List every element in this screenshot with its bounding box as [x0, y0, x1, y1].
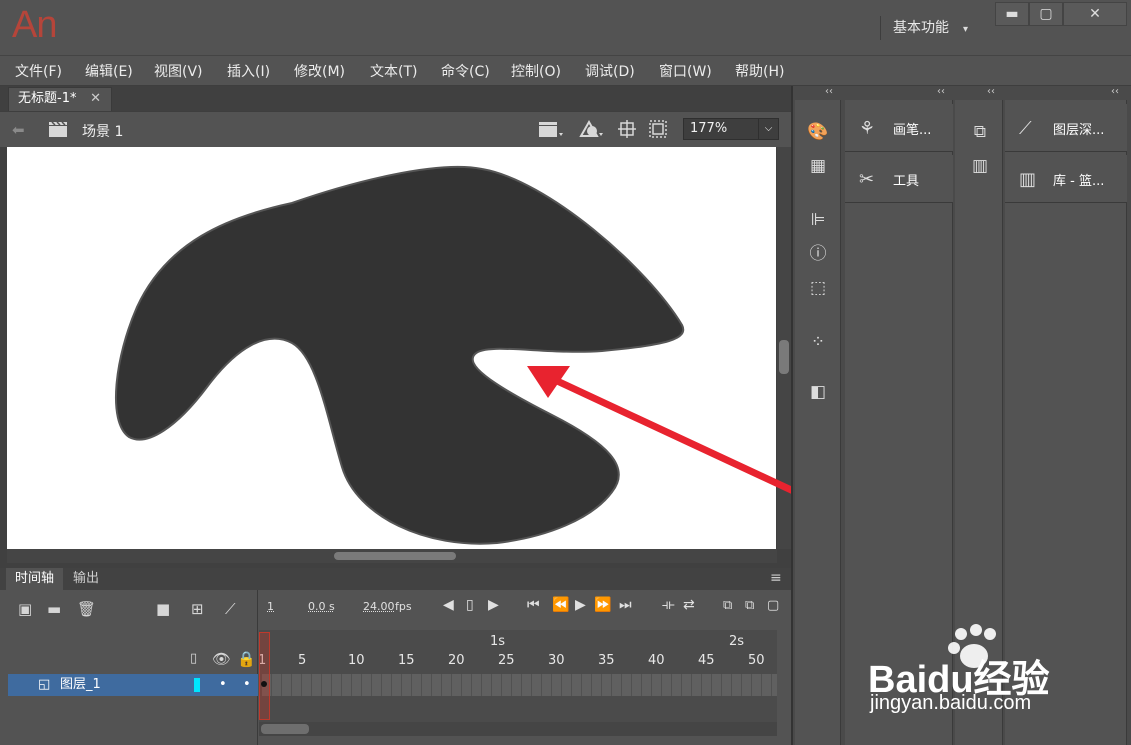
layer-depth-icon[interactable]: ⧉ [963, 118, 997, 146]
timeline-scroll-thumb[interactable] [261, 724, 309, 734]
frame-number: 10 [348, 653, 365, 668]
frame-ruler[interactable]: 1 5 10 15 20 25 30 35 40 45 50 [258, 653, 778, 669]
playhead[interactable] [259, 632, 270, 720]
frame-number: 20 [448, 653, 465, 668]
new-folder-icon[interactable]: ▬ [47, 600, 61, 618]
layer-parenting-icon[interactable]: ⊞ [191, 600, 204, 618]
onion-outline-icon[interactable]: ⧉ [745, 598, 754, 613]
timeline-tabs: 时间轴 输出 ≡ [0, 568, 791, 590]
panel-menu-icon[interactable]: ≡ [770, 570, 782, 586]
layer-frames-row[interactable] [262, 674, 777, 696]
collapse-icon[interactable]: ‹‹ [825, 86, 833, 97]
motion-presets-icon[interactable]: ⁘ [801, 328, 835, 356]
layer-color-swatch[interactable] [194, 678, 200, 692]
brush-panel-label: 画笔... [893, 123, 932, 138]
outline-toggle-icon[interactable]: ▯ [190, 650, 197, 668]
palette-icon[interactable]: 🎨 [801, 118, 835, 146]
layer-panel: ▣ ▬ 🗑 ■ ⊞ ⟋ ▯ 👁 🔒 [0, 590, 258, 745]
layer-depth-icon[interactable]: ⟋ [225, 600, 236, 618]
brush-panel-button[interactable]: ⚘ 画笔... [845, 104, 953, 152]
library-icon[interactable]: ▥ [963, 152, 997, 180]
camera-icon[interactable]: ■ [156, 600, 170, 618]
layer-name[interactable]: 图层_1 [60, 674, 101, 696]
layer-depth-panel-label: 图层深... [1053, 123, 1105, 138]
icon-column: 🎨 ▦ ⊫ ⓘ ⬚ ⁘ ◧ [795, 100, 841, 745]
align-icon[interactable]: ⊫ [801, 206, 835, 234]
next-frame-icon[interactable]: ⏩ [594, 597, 611, 613]
elapsed-time[interactable]: 0.0 s [308, 600, 335, 613]
collapse-icon[interactable]: ‹‹ [937, 86, 945, 97]
visibility-dot[interactable]: • [219, 674, 227, 696]
timeline-horizontal-scrollbar[interactable] [259, 722, 777, 736]
transform-icon[interactable]: ⬚ [801, 274, 835, 302]
step-forward-icon[interactable]: ▶ [488, 597, 499, 613]
first-frame-icon[interactable]: ⏮ [527, 597, 540, 613]
last-frame-icon[interactable]: ⏭ [619, 597, 632, 613]
info-icon[interactable]: ⓘ [801, 240, 835, 268]
layer-row[interactable]: ◱ 图层_1 • • [8, 674, 258, 696]
tab-timeline[interactable]: 时间轴 [6, 568, 64, 590]
eye-icon[interactable]: 👁 [212, 650, 231, 668]
tools-panel-label: 工具 [893, 174, 920, 189]
frame-number: 15 [398, 653, 415, 668]
tools-icon: ✂ [859, 169, 875, 190]
components-icon[interactable]: ◧ [801, 378, 835, 406]
new-layer-icon[interactable]: ▣ [18, 600, 32, 618]
fps-value[interactable]: 24.00 [363, 600, 395, 613]
center-frame-icon[interactable]: ⇄ [683, 597, 695, 613]
frame-number: 30 [548, 653, 565, 668]
layer-type-icon: ◱ [38, 677, 51, 692]
delete-icon[interactable]: 🗑 [77, 600, 96, 618]
insert-keyframe-icon[interactable]: ▯ [466, 597, 474, 613]
frame-number: 40 [648, 653, 665, 668]
frame-number: 5 [298, 653, 307, 668]
brush-icon: ⚘ [859, 118, 876, 139]
library-panel-label: 库 - 篮... [1053, 174, 1105, 189]
loop-icon[interactable]: ⟛ [662, 597, 675, 613]
swatches-icon[interactable]: ▦ [801, 152, 835, 180]
lock-dot[interactable]: • [243, 674, 251, 696]
library-panel-button[interactable]: ▥ 库 - 篮... [1005, 155, 1127, 203]
watermark-url: jingyan.baidu.com [870, 692, 1032, 714]
baidu-watermark: Baidu经验 [866, 620, 1126, 740]
frame-number: 50 [748, 653, 765, 668]
play-icon[interactable]: ▶ [575, 597, 586, 613]
lock-icon[interactable]: 🔒 [237, 650, 256, 668]
onion-skin-icon[interactable]: ⧉ [723, 598, 732, 613]
frame-number: 35 [598, 653, 615, 668]
layer-depth-panel-button[interactable]: ⟋ 图层深... [1005, 104, 1127, 152]
collapse-icon[interactable]: ‹‹ [1111, 86, 1119, 97]
frame-number: 45 [698, 653, 715, 668]
frame-number: 25 [498, 653, 515, 668]
fps-unit: fps [395, 600, 412, 613]
step-back-icon[interactable]: ◀ [443, 597, 454, 613]
previous-frame-icon[interactable]: ⏪ [552, 597, 569, 613]
timeline-controls: 1 0.0 s 24.00 fps ◀ ▯ ▶ ⏮ ⏪ ▶ ⏩ ⏭ ⟛ ⇄ ⧉ … [258, 590, 791, 630]
edit-multiple-frames-icon[interactable]: ▢ [767, 598, 779, 613]
collapse-icon[interactable]: ‹‹ [987, 86, 995, 97]
second-mark: 1s [490, 634, 506, 649]
layer-depth-icon: ⟋ [1019, 118, 1032, 139]
tools-panel-button[interactable]: ✂ 工具 [845, 155, 953, 203]
tab-output[interactable]: 输出 [64, 568, 108, 590]
keyframe-marker[interactable] [261, 681, 267, 687]
second-mark: 2s [729, 634, 745, 649]
current-frame[interactable]: 1 [267, 600, 274, 613]
library-icon: ▥ [1019, 169, 1037, 190]
